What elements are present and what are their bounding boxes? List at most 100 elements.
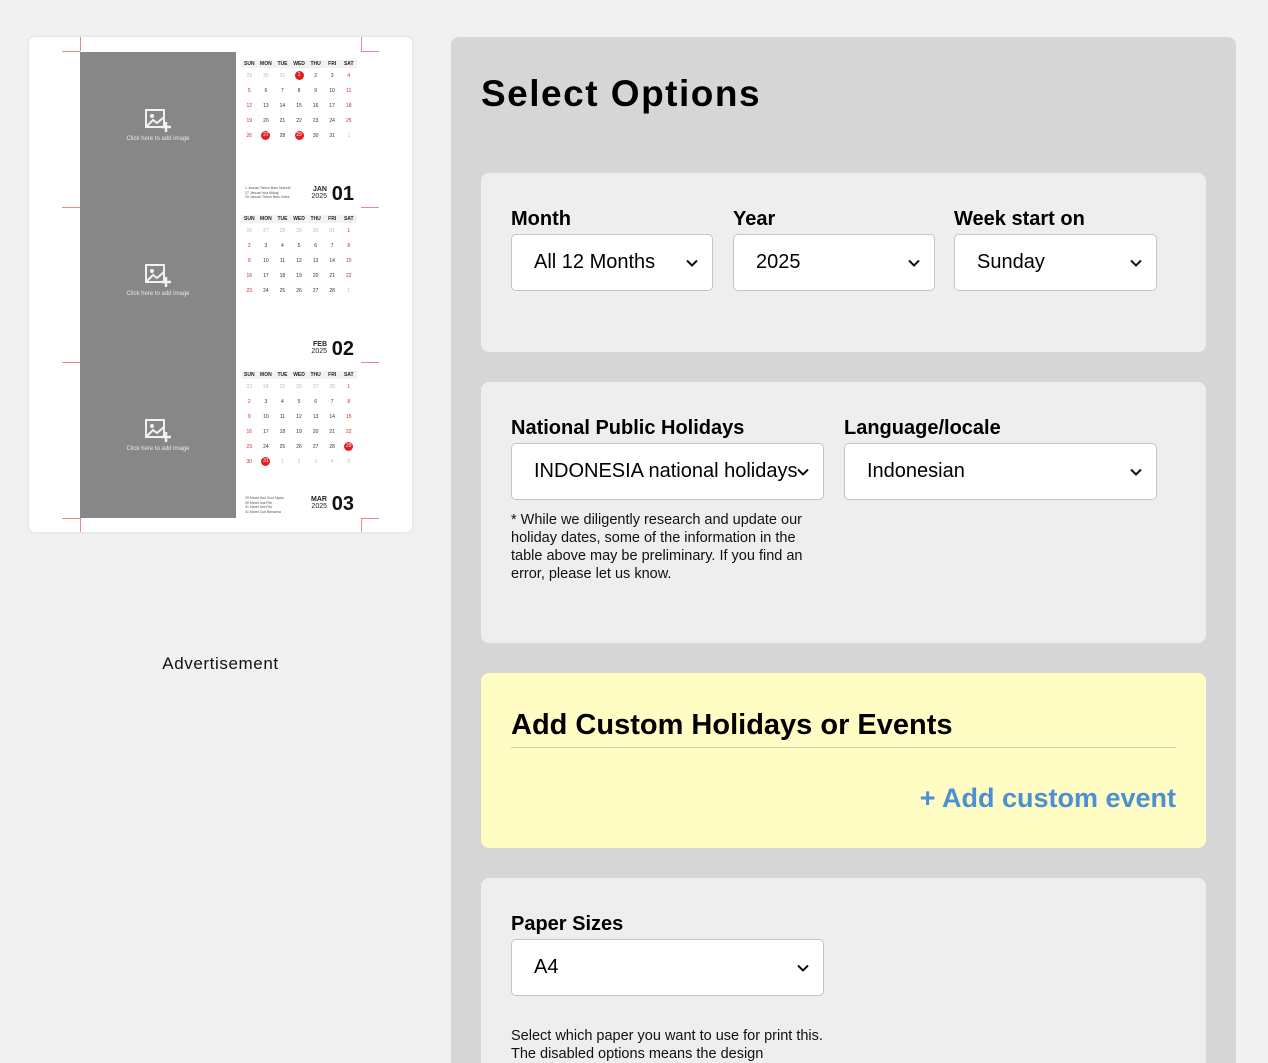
weekday-label: SAT <box>343 216 354 222</box>
day-cell: 7 <box>281 87 284 94</box>
day-cell: 13 <box>312 257 319 264</box>
day-cell: 10 <box>263 257 269 264</box>
photo-slot-jan[interactable]: Click here to add image <box>80 109 236 143</box>
add-custom-event-link[interactable]: + Add custom event <box>920 783 1176 814</box>
week-row: 16 17 18 19 20 21 22 <box>241 268 357 283</box>
custom-events-card: Add Custom Holidays or Events + Add cust… <box>481 673 1206 848</box>
day-cell: 26 <box>246 132 253 139</box>
crop-mark <box>361 518 379 519</box>
day-cell: 28 <box>279 227 286 234</box>
options-panel: Select Options Month All 12 Months Year … <box>451 37 1236 1063</box>
week-row: 16 17 18 19 20 21 22 <box>241 424 357 439</box>
day-cell: 19 <box>246 117 253 124</box>
weekday-label: FRI <box>328 61 337 67</box>
day-cell: 28 <box>329 443 335 450</box>
day-cell: 28 <box>329 287 335 294</box>
photo-slot-mar[interactable]: Click here to add image <box>80 419 236 453</box>
month-select[interactable]: All 12 Months <box>511 234 713 291</box>
day-cell: 29 <box>246 72 253 79</box>
photo-hint: Click here to add image <box>126 136 190 142</box>
day-cell: 12 <box>296 257 302 264</box>
day-cell: 4 <box>281 398 284 405</box>
day-cell: 25 <box>279 383 286 390</box>
month-name: FEB <box>313 341 327 348</box>
day-cell: 3 <box>264 242 268 249</box>
weekday-label: MON <box>260 216 272 222</box>
day-cell: 2 <box>314 72 317 79</box>
day-cell: 4 <box>330 458 334 465</box>
weekday-label: FRI <box>328 216 337 222</box>
photo-strip: Click here to add image Click here to ad… <box>80 52 236 518</box>
day-cell: 22 <box>345 428 352 435</box>
month-number: 03 <box>331 493 354 515</box>
holiday-day-cell: 29 <box>344 442 354 451</box>
photo-hint: Click here to add image <box>126 446 190 452</box>
crop-mark <box>80 37 81 51</box>
week-row: 23 24 25 26 27 28 29 <box>241 439 357 454</box>
day-cell: 27 <box>263 227 269 234</box>
month-number: 02 <box>331 338 354 360</box>
week-row: 9 10 11 12 13 14 15 <box>241 409 357 424</box>
month-notes: 29 Maret Hari Suci Nyepi 30 Maret Idul F… <box>245 496 284 514</box>
chevron-down-icon <box>1130 259 1142 267</box>
day-cell: 16 <box>246 428 253 435</box>
crop-mark <box>62 207 80 208</box>
day-cell: 1 <box>347 132 351 139</box>
day-cell: 30 <box>246 458 253 465</box>
week-row: 26 27 28 29 30 31 1 <box>241 128 357 143</box>
weekday-label: SUN <box>244 216 255 222</box>
day-cell: 19 <box>296 428 302 435</box>
year-select-value: 2025 <box>756 251 801 273</box>
year-label: Year <box>733 208 776 230</box>
month-number: 01 <box>331 183 354 205</box>
week-row: 19 20 21 22 23 24 25 <box>241 113 357 128</box>
day-cell: 31 <box>279 72 286 79</box>
day-cell: 12 <box>246 102 253 109</box>
day-cell: 23 <box>246 443 253 450</box>
day-cell: 18 <box>279 428 286 435</box>
weekday-label: TUE <box>277 61 288 67</box>
chevron-down-icon <box>797 468 809 476</box>
day-cell: 26 <box>246 227 253 234</box>
day-cell: 24 <box>263 443 269 450</box>
weekday-label: TUE <box>277 216 288 222</box>
month-name: JAN <box>312 186 327 193</box>
crop-mark <box>361 37 362 51</box>
weekday-label: MON <box>260 372 272 378</box>
holiday-day-cell: 1 <box>291 71 308 80</box>
locale-select-value: Indonesian <box>867 460 965 482</box>
holidays-field: National Public Holidays INDONESIA natio… <box>511 416 824 500</box>
photo-slot-feb[interactable]: Click here to add image <box>80 264 236 298</box>
day-cell: 9 <box>314 87 317 94</box>
year-select[interactable]: 2025 <box>733 234 935 291</box>
day-cell: 11 <box>279 413 286 420</box>
week-start-select[interactable]: Sunday <box>954 234 1157 291</box>
holidays-label: National Public Holidays <box>511 417 745 439</box>
week-row: 30 31 1 2 3 4 5 <box>241 454 357 469</box>
holidays-select[interactable]: INDONESIA national holidays <box>511 443 824 500</box>
weekday-label: SAT <box>343 61 354 67</box>
paper-size-select[interactable]: A4 <box>511 939 824 996</box>
day-cell: 26 <box>296 443 302 450</box>
month-grid-mar: SUN MON TUE WED THU FRI SAT 23 24 25 26 27 28 1 2 3 4 5 6 7… <box>241 371 357 469</box>
weekday-label: MON <box>260 61 272 67</box>
day-cell: 15 <box>345 257 352 264</box>
day-cell: 28 <box>329 383 335 390</box>
day-cell: 11 <box>346 87 352 94</box>
day-cell: 24 <box>263 383 269 390</box>
day-cell: 6 <box>314 242 317 249</box>
day-cell: 27 <box>312 287 319 294</box>
locale-label: Language/locale <box>844 417 1001 439</box>
day-cell: 4 <box>347 72 351 79</box>
holiday-day-cell: 31 <box>261 457 271 466</box>
day-cell: 24 <box>263 287 269 294</box>
add-image-icon <box>145 419 171 442</box>
holiday-disclaimer: * While we diligently research and updat… <box>511 512 803 582</box>
day-cell: 6 <box>314 398 317 405</box>
day-cell: 9 <box>247 413 251 420</box>
locale-select[interactable]: Indonesian <box>844 443 1157 500</box>
day-cell: 9 <box>247 257 251 264</box>
month-select-value: All 12 Months <box>534 251 656 273</box>
week-row: 23 24 25 26 27 28 1 <box>241 283 357 298</box>
day-cell: 23 <box>246 383 253 390</box>
